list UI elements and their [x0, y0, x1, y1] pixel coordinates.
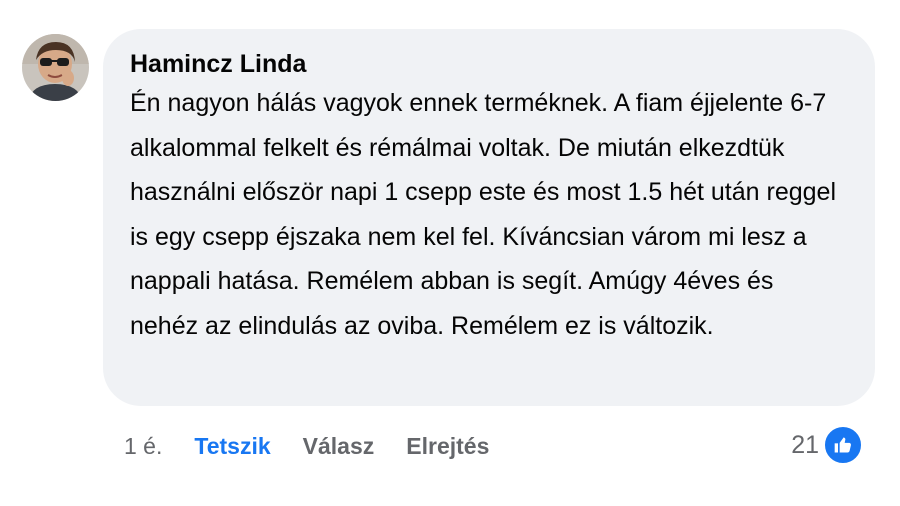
avatar-photo — [22, 34, 89, 101]
comment-actions: 1 é. Tetszik Válasz Elrejtés — [124, 428, 521, 464]
hide-button[interactable]: Elrejtés — [406, 433, 489, 460]
comment: Hamincz Linda Én nagyon hálás vagyok enn… — [0, 0, 900, 506]
comment-text: Én nagyon hálás vagyok ennek terméknek. … — [130, 89, 836, 340]
comment-bubble: Hamincz Linda Én nagyon hálás vagyok enn… — [103, 29, 875, 406]
avatar[interactable] — [22, 34, 89, 101]
reaction-summary[interactable]: 21 — [791, 425, 863, 465]
thumbs-up-icon — [823, 425, 863, 465]
comment-timestamp[interactable]: 1 é. — [124, 433, 162, 460]
reply-button[interactable]: Válasz — [303, 433, 375, 460]
reaction-count: 21 — [791, 430, 819, 459]
like-button[interactable]: Tetszik — [194, 433, 270, 460]
comment-author[interactable]: Hamincz Linda — [130, 49, 851, 79]
